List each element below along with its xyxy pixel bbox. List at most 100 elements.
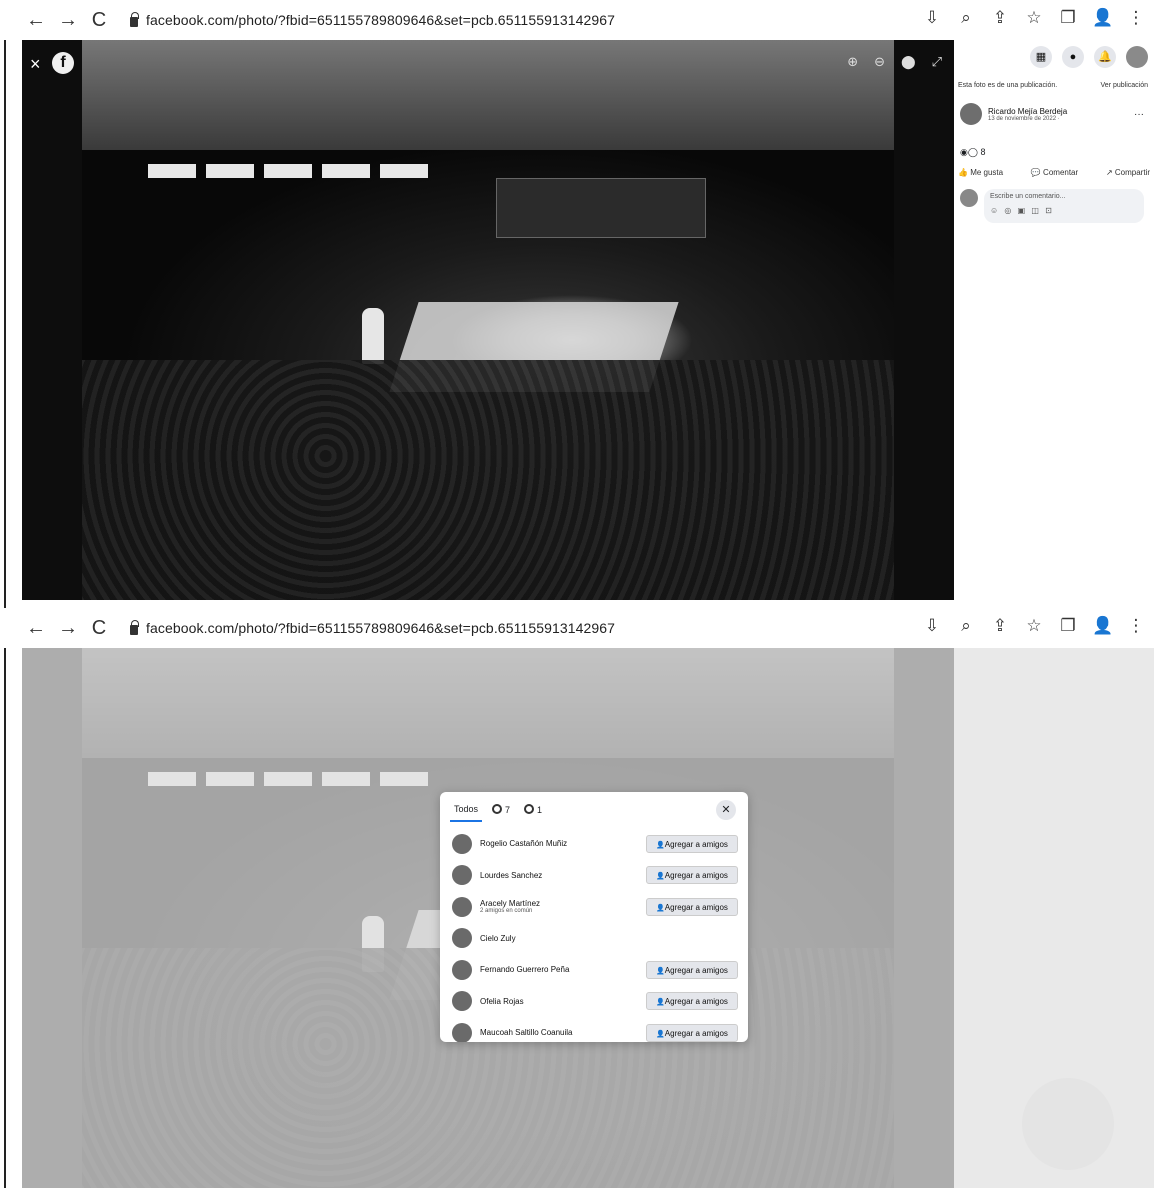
add-friend-button[interactable]: Agregar a amigos — [646, 834, 738, 853]
zoom-out-icon[interactable]: ⊖ — [874, 54, 885, 70]
person-name[interactable]: Fernando Guerrero Peña — [480, 965, 569, 974]
side-panel-icon[interactable]: ❐ — [1058, 8, 1078, 28]
address-bar-url-2[interactable]: facebook.com/photo/?fbid=651155789809646… — [146, 620, 615, 636]
person-name[interactable]: Lourdes Sanchez — [480, 871, 542, 880]
add-friend-button[interactable]: Agregar a amigos — [646, 866, 738, 885]
zoom-in-icon[interactable]: ⊕ — [847, 54, 858, 70]
avatar[interactable] — [452, 1022, 472, 1042]
list-item: Fernando Guerrero Peña Agregar a amigos — [452, 954, 738, 986]
share-icon[interactable]: ⇪ — [990, 8, 1010, 28]
tab-love-count: 1 — [537, 804, 543, 815]
list-item: Ofelia Rojas Agregar a amigos — [452, 986, 738, 1018]
tab-like[interactable]: 7 — [492, 803, 511, 821]
chat-bubble-icon[interactable] — [1022, 1078, 1114, 1170]
screenshot-reactions-dialog: ← → C facebook.com/photo/?fbid=651155789… — [0, 608, 1154, 1188]
forward-arrow-icon[interactable]: → — [58, 9, 78, 32]
add-friend-button[interactable]: Agregar a amigos — [646, 992, 738, 1011]
like-reaction-icon — [492, 803, 503, 814]
reactions-icon: ◉◯ — [960, 147, 981, 157]
comment-tool-icons[interactable]: ☺ ◎ ▣ ◫ ⊡ — [990, 206, 1138, 215]
notifications-icon[interactable]: 🔔 — [1094, 46, 1116, 68]
tab-like-count: 7 — [505, 804, 511, 815]
avatar[interactable] — [452, 896, 472, 917]
share-button[interactable]: ↗ Compartir — [1106, 168, 1150, 177]
add-friend-button[interactable]: Agregar a amigos — [646, 897, 738, 916]
avatar[interactable] — [452, 928, 472, 949]
avatar[interactable] — [452, 959, 472, 980]
author-name[interactable]: Ricardo Mejía Berdeja — [988, 107, 1067, 116]
tab-all[interactable]: Todos — [449, 804, 483, 822]
reactions-dialog: Todos 7 1 ✕ Rogelio Castañón Muñiz Agreg… — [440, 792, 748, 1042]
list-item: Lourdes Sanchez Agregar a amigos — [452, 860, 738, 892]
add-friend-button[interactable]: Agregar a amigos — [646, 1023, 738, 1042]
panel-top-bar: ▦ ● 🔔 — [954, 40, 1154, 74]
address-bar-url[interactable]: facebook.com/photo/?fbid=651155789809646… — [146, 12, 615, 28]
reactions-tabs: Todos 7 1 — [440, 792, 748, 822]
like-label: Me gusta — [970, 168, 1004, 177]
person-name[interactable]: Maucoah Saltillo Coanuila — [480, 1028, 573, 1037]
avatar[interactable] — [452, 865, 472, 886]
list-item: Cielo Zuly — [452, 923, 738, 955]
more-options-icon[interactable]: ··· — [1134, 109, 1144, 120]
profile-icon[interactable]: 👤 — [1092, 616, 1113, 636]
photo-notice: Esta foto es de una publicación. Ver pub… — [954, 74, 1154, 89]
browser-toolbar-2: ← → C facebook.com/photo/?fbid=651155789… — [0, 608, 1154, 648]
viewer-tools: ⊕ ⊖ ⬤ ⤢ — [847, 54, 942, 70]
lock-icon — [130, 11, 139, 27]
like-button[interactable]: 👍 Me gusta — [958, 168, 1003, 177]
photo-notice-text: Esta foto es de una publicación. — [958, 82, 1058, 89]
person-name[interactable]: Ofelia Rojas — [480, 997, 524, 1006]
bookmark-star-icon[interactable]: ☆ — [1024, 8, 1044, 28]
close-icon[interactable]: × — [30, 54, 41, 75]
reload-icon[interactable]: C — [90, 9, 108, 32]
photo-sign — [362, 308, 384, 364]
tag-icon[interactable]: ⬤ — [901, 54, 916, 70]
person-name[interactable]: Aracely Martínez — [480, 899, 540, 908]
browser-actions: ⇩ ⌕ ⇪ ☆ ❐ 👤 ⋮ — [922, 8, 1146, 28]
back-arrow-icon[interactable]: ← — [26, 9, 46, 32]
comment-input[interactable]: Escribe un comentario... ☺ ◎ ▣ ◫ ⊡ — [984, 189, 1144, 223]
side-panel-icon[interactable]: ❐ — [1058, 616, 1078, 636]
reaction-count[interactable]: 8 — [980, 147, 985, 157]
reaction-summary[interactable]: ◉◯ 8 — [954, 125, 1154, 158]
facebook-logo-icon[interactable]: f — [52, 52, 74, 74]
menu-grid-icon[interactable]: ▦ — [1030, 46, 1052, 68]
person-name[interactable]: Rogelio Castañón Muñiz — [480, 839, 567, 848]
post-date[interactable]: 13 de noviembre de 2022 · — [988, 116, 1067, 122]
comment-placeholder: Escribe un comentario... — [990, 193, 1066, 200]
reactions-list: Rogelio Castañón Muñiz Agregar a amigos … — [440, 822, 748, 1042]
photo-windows — [148, 164, 428, 178]
profile-icon[interactable]: 👤 — [1092, 8, 1113, 28]
close-icon[interactable]: ✕ — [716, 800, 736, 820]
tab-love[interactable]: 1 — [524, 803, 543, 821]
browser-menu-icon[interactable]: ⋮ — [1126, 8, 1146, 28]
reload-icon[interactable]: C — [90, 617, 108, 640]
mutual-friends: 2 amigos en común — [480, 908, 533, 915]
author-avatar[interactable] — [960, 103, 982, 125]
account-avatar[interactable] — [1126, 46, 1148, 68]
view-post-link[interactable]: Ver publicación — [1101, 82, 1148, 89]
zoom-icon[interactable]: ⌕ — [956, 616, 976, 636]
commenter-avatar — [960, 189, 978, 207]
add-friend-button[interactable]: Agregar a amigos — [646, 960, 738, 979]
messenger-icon[interactable]: ● — [1062, 46, 1084, 68]
person-name[interactable]: Cielo Zuly — [480, 934, 516, 943]
address-bar[interactable]: facebook.com/photo/?fbid=651155789809646… — [130, 11, 615, 28]
comment-composer: Escribe un comentario... ☺ ◎ ▣ ◫ ⊡ — [954, 177, 1154, 223]
share-icon[interactable]: ⇪ — [990, 616, 1010, 636]
comment-button[interactable]: 💬 Comentar — [1031, 168, 1078, 177]
back-arrow-icon[interactable]: ← — [26, 617, 46, 640]
download-icon[interactable]: ⇩ — [922, 616, 942, 636]
avatar[interactable] — [452, 833, 472, 854]
zoom-icon[interactable]: ⌕ — [956, 8, 976, 28]
photo-viewer: × f ⊕ ⊖ ⬤ ⤢ — [22, 40, 954, 600]
forward-arrow-icon[interactable]: → — [58, 617, 78, 640]
address-bar-2[interactable]: facebook.com/photo/?fbid=651155789809646… — [130, 619, 615, 636]
browser-menu-icon[interactable]: ⋮ — [1126, 616, 1146, 636]
bookmark-star-icon[interactable]: ☆ — [1024, 616, 1044, 636]
avatar[interactable] — [452, 991, 472, 1012]
fullscreen-icon[interactable]: ⤢ — [932, 54, 942, 70]
lock-icon — [130, 619, 139, 635]
download-icon[interactable]: ⇩ — [922, 8, 942, 28]
post-actions: 👍 Me gusta 💬 Comentar ↗ Compartir — [954, 158, 1154, 177]
